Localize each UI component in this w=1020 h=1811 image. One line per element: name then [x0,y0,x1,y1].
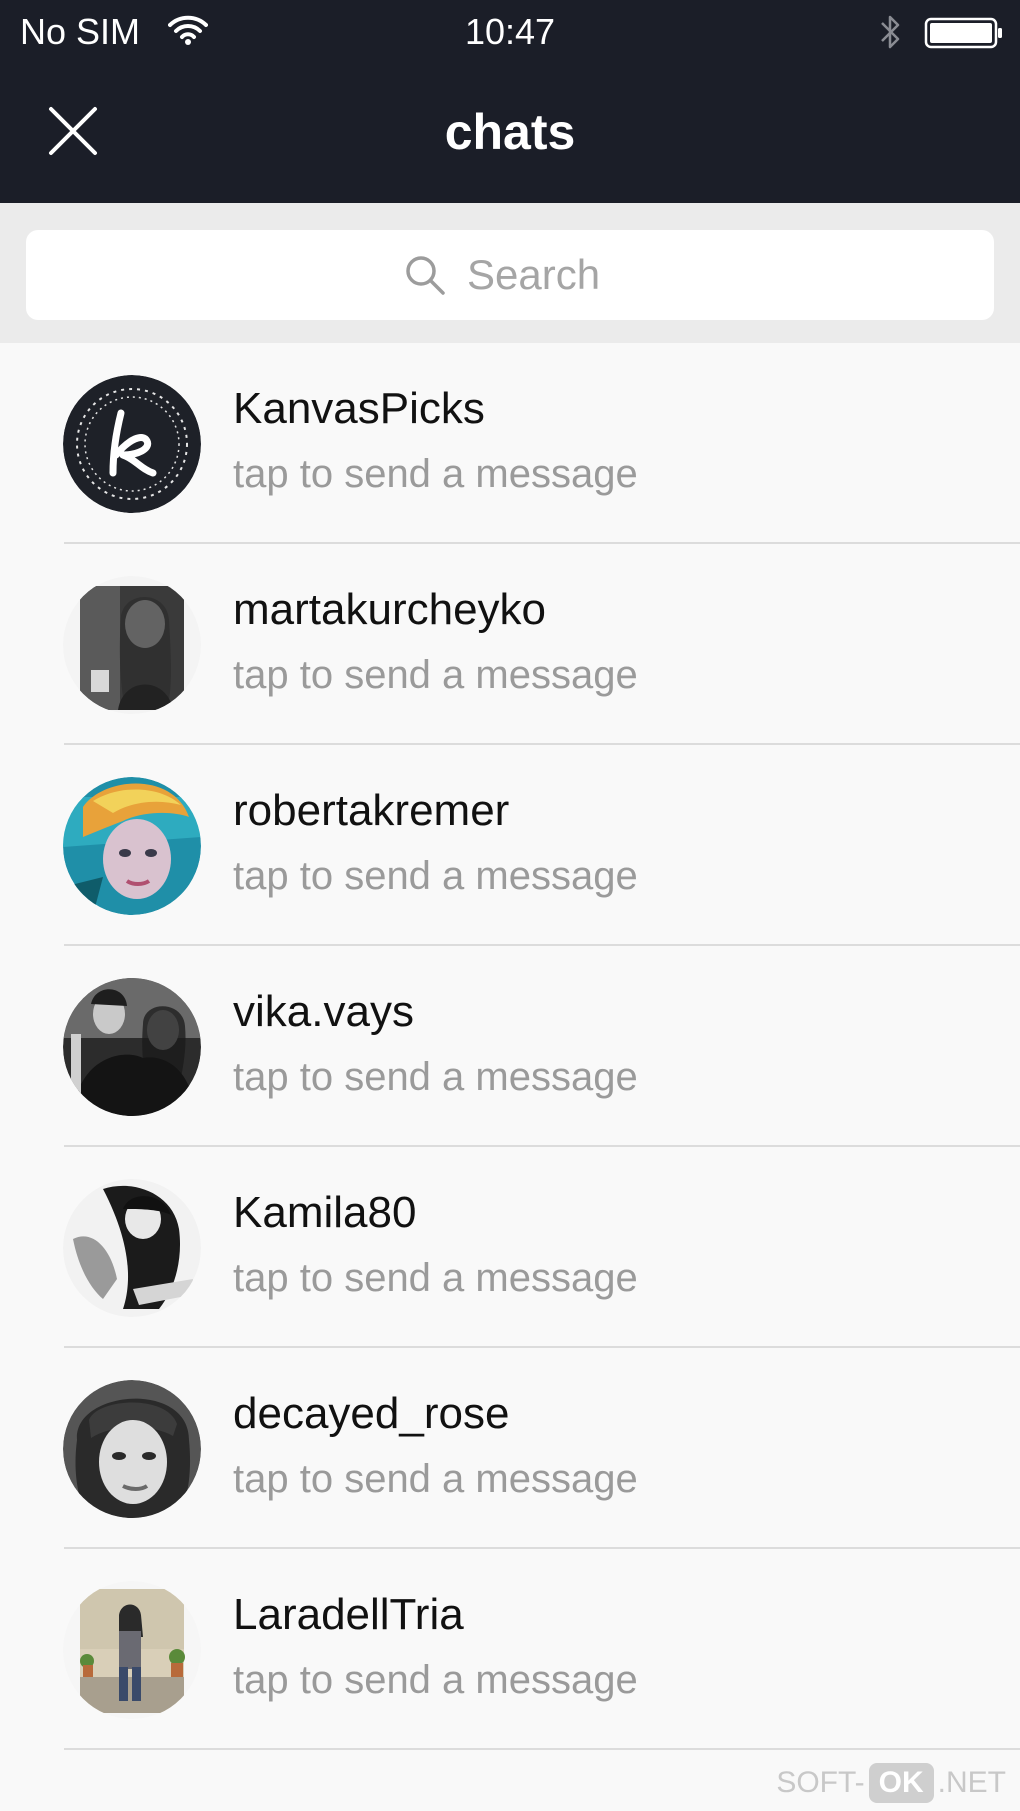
avatar [63,1179,201,1317]
search-icon [406,256,445,295]
watermark-suffix: .NET [937,1766,1006,1799]
watermark-badge: OK [868,1763,934,1803]
chat-name: Kamila80 [233,1188,417,1237]
avatar [63,777,201,915]
chat-name: martakurcheyko [233,585,547,634]
page-title: chats [444,104,576,160]
chat-list: KanvasPicks tap to send a message martak… [0,343,1020,1750]
status-time: 10:47 [464,11,556,52]
chat-subtitle: tap to send a message [233,1457,638,1501]
chat-row-martakurcheyko[interactable]: martakurcheyko tap to send a message [0,544,1020,745]
chat-row-laradelltria[interactable]: LaradellTria tap to send a message [0,1549,1020,1750]
close-button[interactable] [34,92,112,170]
chat-name: robertakremer [233,786,510,835]
chat-row-kanvaspicks[interactable]: KanvasPicks tap to send a message [0,343,1020,544]
chat-subtitle: tap to send a message [233,1055,638,1099]
search-area [0,203,1020,343]
top-bar: No SIM 10:47 chats [0,0,1020,203]
battery-icon [924,16,1004,50]
chat-subtitle: tap to send a message [233,452,638,496]
search-box[interactable] [26,230,994,320]
chat-row-kamila80[interactable]: Kamila80 tap to send a message [0,1147,1020,1348]
watermark-prefix: SOFT- [776,1766,865,1799]
chat-subtitle: tap to send a message [233,854,638,898]
bluetooth-icon [878,12,902,52]
chat-name: decayed_rose [233,1389,510,1438]
chat-name: LaradellTria [233,1590,464,1639]
chat-subtitle: tap to send a message [233,1658,638,1702]
chat-name: vika.vays [233,987,414,1036]
avatar [63,375,201,513]
watermark: SOFT- OK .NET [776,1763,1006,1803]
search-input[interactable] [467,251,617,299]
close-icon [49,107,97,155]
avatar [63,1380,201,1518]
chats-screen: No SIM 10:47 chats Search KanvasPicks ta… [0,0,1020,1811]
chat-subtitle: tap to send a message [233,1256,638,1300]
avatar [63,978,201,1116]
status-bar: No SIM 10:47 [0,0,1020,64]
chat-subtitle: tap to send a message [233,653,638,697]
avatar [63,576,201,714]
avatar [63,1581,201,1719]
chat-row-decayed-rose[interactable]: decayed_rose tap to send a message [0,1348,1020,1549]
chat-name: KanvasPicks [233,384,485,433]
navigation-header: chats [0,64,1020,203]
chat-row-robertakremer[interactable]: robertakremer tap to send a message [0,745,1020,946]
chat-row-vika-vays[interactable]: vika.vays tap to send a message [0,946,1020,1147]
